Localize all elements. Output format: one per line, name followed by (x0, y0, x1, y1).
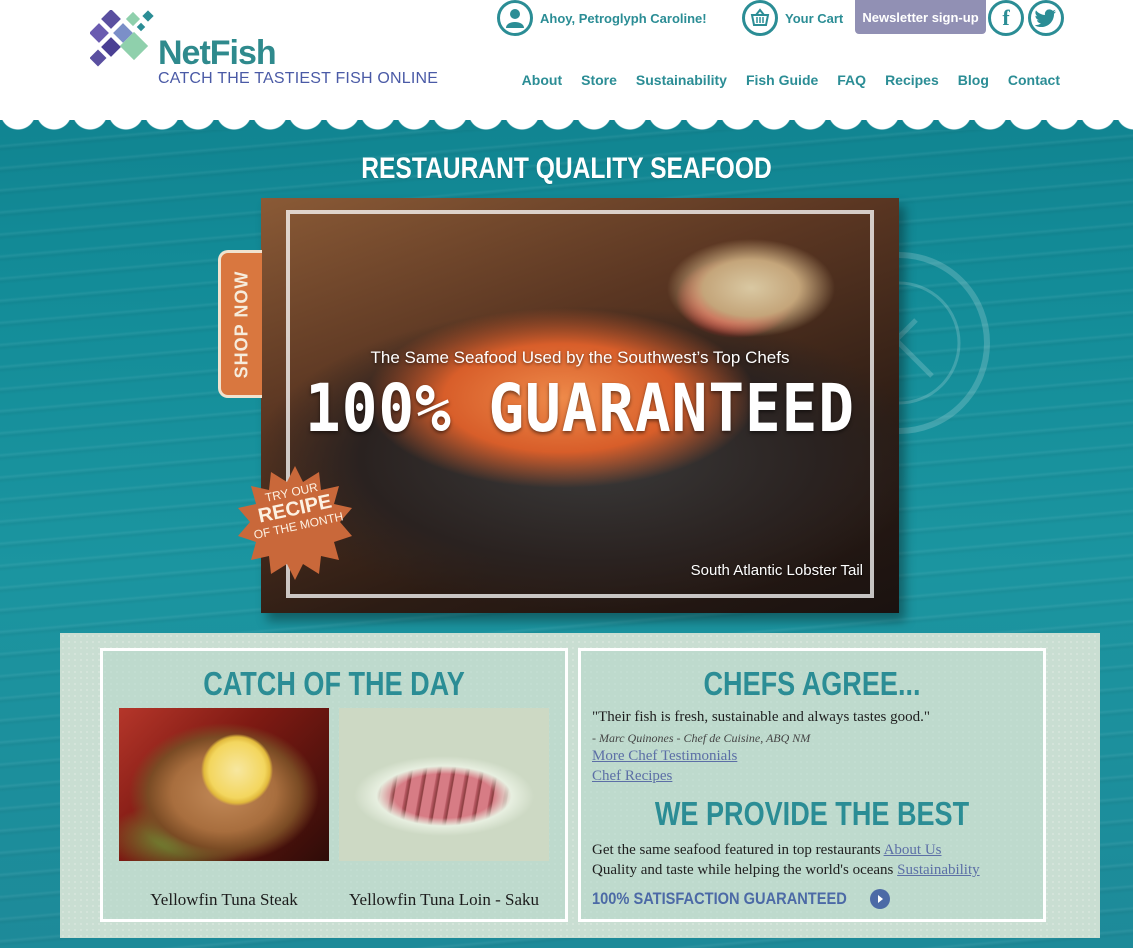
cart-link[interactable]: Your Cart (785, 11, 843, 26)
tuna-loin-image[interactable] (339, 708, 549, 861)
hero-image-lobster-tail[interactable]: The Same Seafood Used by the Southwest’s… (261, 198, 899, 613)
chefs-agree-section: CHEFS AGREE... "Their fish is fresh, sus… (578, 648, 1046, 922)
catch-title: CATCH OF THE DAY (203, 665, 465, 702)
chef-attribution: - Marc Quinones - Chef de Cuisine, ABQ N… (592, 731, 811, 745)
tuna-steak-image[interactable] (119, 708, 329, 861)
best-line-1: Get the same seafood featured in top res… (592, 842, 942, 858)
header-scallop-edge (0, 112, 1133, 132)
hero-subtitle: The Same Seafood Used by the Southwest’s… (370, 348, 790, 367)
more-testimonials-link[interactable]: More Chef Testimonials (592, 748, 737, 765)
cart-icon[interactable] (742, 0, 778, 36)
satisfaction-guarantee-link[interactable]: 100% SATISFACTION GUARANTEED (592, 889, 891, 909)
chef-quote: "Their fish is fresh, sustainable and al… (592, 709, 931, 725)
catch-of-the-day-section: CATCH OF THE DAY Yellowfin Tuna Steak Ye… (100, 648, 568, 922)
best-title: WE PROVIDE THE BEST (654, 795, 970, 832)
hero-caption: South Atlantic Lobster Tail (690, 562, 863, 579)
logo-tagline: CATCH THE TASTIEST FISH ONLINE (158, 70, 439, 87)
nav-fish-guide[interactable]: Fish Guide (746, 72, 818, 88)
hero-title: RESTAURANT QUALITY SEAFOOD (361, 152, 772, 185)
facebook-icon[interactable]: f (988, 0, 1024, 36)
netfish-logo[interactable]: NetFish CATCH THE TASTIEST FISH ONLINE (90, 10, 470, 90)
hero-headline: 100% GUARANTEED (305, 370, 855, 447)
lower-panel: CATCH OF THE DAY Yellowfin Tuna Steak Ye… (60, 633, 1100, 938)
nav-sustainability[interactable]: Sustainability (636, 72, 727, 88)
shop-now-label: SHOP NOW (231, 270, 251, 378)
nav-recipes[interactable]: Recipes (885, 72, 939, 88)
shop-now-tab[interactable]: SHOP NOW (218, 250, 262, 398)
site-header: NetFish CATCH THE TASTIEST FISH ONLINE A… (0, 0, 1133, 120)
tuna-steak-caption[interactable]: Yellowfin Tuna Steak (119, 890, 329, 910)
about-us-link[interactable]: About Us (884, 842, 942, 858)
fish-logo-icon (90, 10, 154, 67)
nav-faq[interactable]: FAQ (837, 72, 866, 88)
logo-wordmark: NetFish (158, 34, 277, 72)
tuna-loin-caption[interactable]: Yellowfin Tuna Loin - Saku (339, 890, 549, 910)
best-line-2: Quality and taste while helping the worl… (592, 862, 980, 878)
nav-store[interactable]: Store (581, 72, 617, 88)
twitter-icon[interactable] (1028, 0, 1064, 36)
newsletter-signup-button[interactable]: Newsletter sign-up (855, 0, 986, 34)
nav-about[interactable]: About (522, 72, 562, 88)
recipe-of-the-month-badge[interactable]: TRY OUR RECIPE OF THE MONTH (236, 464, 354, 582)
nav-blog[interactable]: Blog (958, 72, 989, 88)
sustainability-link[interactable]: Sustainability (897, 862, 980, 878)
user-greeting[interactable]: Ahoy, Petroglyph Caroline! (540, 11, 707, 26)
user-icon[interactable] (497, 0, 533, 36)
nav-contact[interactable]: Contact (1008, 72, 1060, 88)
main-navigation: About Store Sustainability Fish Guide FA… (522, 72, 1060, 88)
chef-recipes-link[interactable]: Chef Recipes (592, 768, 672, 785)
arrow-right-icon (870, 889, 891, 909)
chefs-title: CHEFS AGREE... (703, 665, 921, 702)
